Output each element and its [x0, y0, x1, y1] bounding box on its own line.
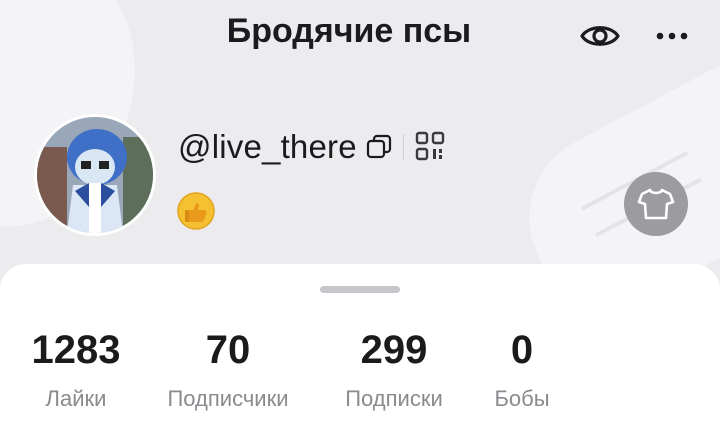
stat-label: Подписки — [345, 386, 443, 411]
stat-label: Лайки — [45, 386, 107, 411]
copy-icon[interactable] — [365, 133, 393, 161]
stat-value: 70 — [205, 328, 251, 372]
stat-value: 299 — [360, 328, 428, 372]
stat-value: 0 — [510, 328, 534, 372]
stat-value: 1283 — [31, 328, 121, 372]
stat-label: Бобы — [494, 386, 550, 411]
stat-followers[interactable]: 70 Подписчики — [152, 330, 304, 410]
thumbs-up-emoji-icon[interactable] — [177, 192, 215, 230]
avatar-image — [37, 117, 153, 233]
more-dots-icon — [656, 32, 688, 40]
eye-icon — [580, 26, 620, 46]
profile-stats-sheet: 1283 Лайки 70 Подписчики 299 Подписки 0 … — [0, 264, 720, 424]
tshirt-icon — [637, 188, 675, 220]
avatar[interactable] — [34, 114, 156, 236]
more-button[interactable] — [648, 14, 696, 58]
stat-beans[interactable]: 0 Бобы — [484, 330, 560, 410]
divider — [402, 134, 404, 160]
username[interactable]: @live_there — [178, 128, 357, 166]
stat-label: Подписчики — [167, 386, 289, 411]
qr-code-icon[interactable] — [414, 130, 448, 164]
drag-handle[interactable] — [320, 286, 400, 293]
stat-likes[interactable]: 1283 Лайки — [24, 330, 128, 410]
stat-following[interactable]: 299 Подписки — [334, 330, 454, 410]
outfit-button[interactable] — [624, 172, 688, 236]
view-button[interactable] — [576, 14, 624, 58]
